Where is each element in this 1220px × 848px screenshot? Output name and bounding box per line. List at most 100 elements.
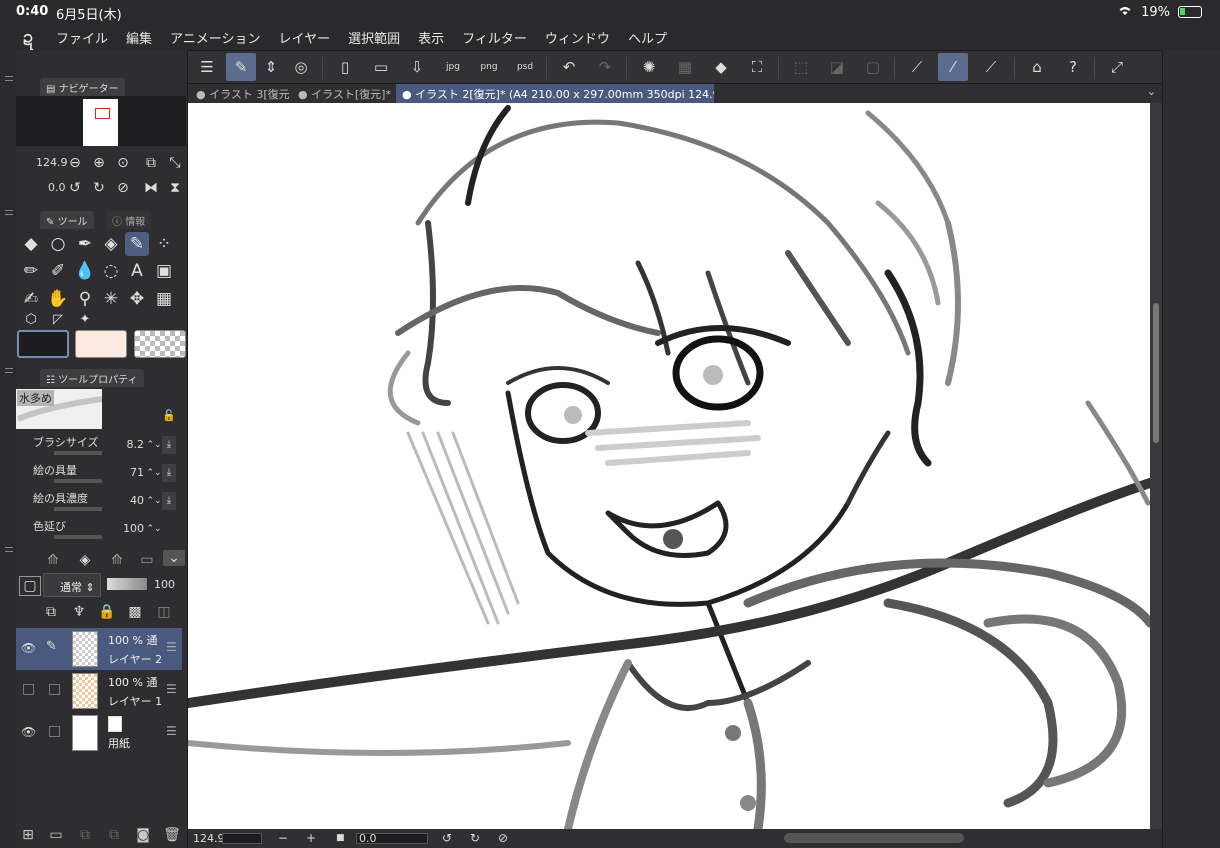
- mask-enable-icon[interactable]: ◫: [155, 603, 173, 621]
- stepper-paint-amount-icon[interactable]: ⌃⌄: [145, 464, 163, 482]
- fit-window-icon[interactable]: ⤡: [166, 154, 184, 172]
- panel-handle[interactable]: [0, 50, 16, 848]
- rotate-left-icon[interactable]: ↺: [66, 179, 84, 197]
- merge-down-icon[interactable]: ⧉: [76, 826, 94, 844]
- zoom-reset-icon[interactable]: ⊙: [114, 154, 132, 172]
- lock-transparency-icon[interactable]: ▩: [126, 603, 144, 621]
- layer-tab-icon[interactable]: ◈: [76, 551, 94, 569]
- reference-layer-icon[interactable]: ♆: [70, 603, 88, 621]
- menu-window[interactable]: ウィンドウ: [545, 28, 610, 47]
- lock-layer-icon[interactable]: 🔒: [98, 603, 116, 621]
- layer-row[interactable]: 👁 ✎ 100 % 通 レイヤー 2 ☰: [16, 628, 182, 670]
- slider-brush-size[interactable]: [54, 451, 102, 455]
- deselect-icon[interactable]: ⬚: [786, 53, 816, 81]
- download-brush-size-icon[interactable]: ⤓: [162, 436, 176, 454]
- layer-menu-icon[interactable]: ☰: [166, 724, 177, 738]
- canvas-zoom-value[interactable]: 124.9: [193, 832, 225, 845]
- download-paint-density-icon[interactable]: ⤓: [162, 492, 176, 510]
- text-tool-icon[interactable]: A: [125, 259, 149, 283]
- tab-tool-property[interactable]: ☷ ツールプロパティ: [40, 369, 144, 387]
- eraser-tool-icon[interactable]: ◈: [99, 232, 123, 256]
- blend-tool-icon[interactable]: 💧: [73, 259, 97, 283]
- slider-paint-density[interactable]: [54, 507, 102, 511]
- pen-tool-icon[interactable]: ✒: [73, 232, 97, 256]
- rotate-right-icon[interactable]: ↻: [90, 179, 108, 197]
- vector-pen-tool-icon[interactable]: ✍: [19, 287, 43, 311]
- sparkle-tool-icon[interactable]: ✦: [73, 312, 97, 326]
- layer-move-tool-icon[interactable]: ▦: [152, 287, 176, 311]
- fill-tool-icon[interactable]: ◆: [19, 232, 43, 256]
- clear-icon[interactable]: ▦: [670, 53, 700, 81]
- snap-ruler-icon[interactable]: ⟋: [902, 53, 932, 81]
- invert-icon[interactable]: ◪: [822, 53, 852, 81]
- help-icon[interactable]: ?: [1058, 53, 1088, 81]
- open-icon[interactable]: ▭: [366, 53, 396, 81]
- menu-filter[interactable]: フィルター: [462, 28, 527, 47]
- rotate-reset-icon[interactable]: ⊘: [114, 179, 132, 197]
- flip-vertical-icon[interactable]: ⧗: [166, 179, 184, 197]
- frame-tool-icon[interactable]: ◸: [46, 312, 70, 326]
- menu-layer[interactable]: レイヤー: [279, 28, 331, 47]
- pen-icon[interactable]: ✎: [46, 639, 57, 654]
- stepper-brush-size-icon[interactable]: ⌃⌄: [145, 436, 163, 454]
- transparent-color-swatch[interactable]: [134, 330, 186, 358]
- flip-horizontal-icon[interactable]: ⧓: [142, 179, 160, 197]
- ellipse-tool-icon[interactable]: ○: [46, 232, 70, 256]
- rotate-reset-icon[interactable]: ⊘: [498, 831, 508, 845]
- save-icon[interactable]: ⇩: [402, 53, 432, 81]
- loading-icon[interactable]: ✺: [634, 53, 664, 81]
- move-tool-icon[interactable]: ✥: [125, 287, 149, 311]
- gradient-tool-icon[interactable]: ▣: [152, 259, 176, 283]
- menu-file[interactable]: ファイル: [56, 28, 108, 47]
- animation-tab-icon[interactable]: ▭: [138, 551, 156, 569]
- lasso-tool-icon[interactable]: ◌: [99, 259, 123, 283]
- pen-ruler-icon[interactable]: ⟋: [976, 53, 1006, 81]
- zoom-in-icon[interactable]: ⊕: [90, 154, 108, 172]
- visibility-checkbox[interactable]: [23, 684, 34, 695]
- sub-color-swatch[interactable]: [75, 330, 127, 358]
- layer-menu-icon[interactable]: ☰: [166, 682, 177, 696]
- selection-border-icon[interactable]: ▢: [858, 53, 888, 81]
- tab-illust-2[interactable]: ● イラスト 2[復元]* (A4 210.00 x 297.00mm 350d…: [396, 84, 714, 103]
- undo-icon[interactable]: ↶: [554, 53, 584, 81]
- zoom-out-button[interactable]: −: [278, 831, 288, 845]
- vertical-scrollbar[interactable]: [1150, 103, 1162, 829]
- fullscreen-icon[interactable]: ⤢: [1102, 53, 1132, 81]
- tab-info[interactable]: ⓘ 情報: [106, 211, 152, 229]
- blend-mode-select[interactable]: 通常 ⇕: [43, 573, 101, 597]
- opacity-value[interactable]: 100: [154, 578, 175, 591]
- layer-menu-icon[interactable]: ☰: [166, 640, 177, 654]
- zoom-slider[interactable]: [222, 833, 262, 844]
- app-logo-icon[interactable]: ဍ: [0, 24, 56, 51]
- slider-paint-amount[interactable]: [54, 479, 102, 483]
- duplicate-layer-icon[interactable]: ⧉: [105, 826, 123, 844]
- edit-checkbox[interactable]: [49, 684, 60, 695]
- delete-layer-icon[interactable]: 🗑: [163, 826, 181, 844]
- layer-row[interactable]: 100 % 通 レイヤー 1 ☰: [16, 670, 182, 712]
- drawing-canvas[interactable]: [188, 103, 1150, 829]
- stepper-color-stretch-icon[interactable]: ⌃⌄: [145, 520, 163, 538]
- fit-screen-icon[interactable]: ⧉: [142, 154, 160, 172]
- tab-illust[interactable]: ● イラスト[復元]*: [292, 84, 394, 103]
- horizontal-scrollbar[interactable]: [784, 833, 964, 843]
- navigator-thumbnail[interactable]: [83, 99, 118, 146]
- menu-selection[interactable]: 選択範囲: [348, 28, 400, 47]
- clip-layer-icon[interactable]: ⧉: [42, 603, 60, 621]
- export-png-icon[interactable]: png: [474, 53, 504, 81]
- new-raster-layer-icon[interactable]: ⊞: [19, 826, 37, 844]
- export-jpg-icon[interactable]: jpg: [438, 53, 468, 81]
- swirl-icon[interactable]: ◎: [286, 53, 316, 81]
- rotation-field[interactable]: 0.0: [356, 833, 428, 844]
- prop-value-brush-size[interactable]: 8.2: [112, 438, 145, 451]
- chevron-down-icon[interactable]: ⌄: [163, 550, 185, 566]
- tab-tools[interactable]: ✎ ツール: [40, 211, 94, 229]
- marker-tool-icon[interactable]: ✐: [46, 259, 70, 283]
- prop-value-color-stretch[interactable]: 100: [112, 522, 144, 535]
- eyedropper-tool-icon[interactable]: ⚲: [73, 287, 97, 311]
- export-psd-icon[interactable]: psd: [510, 53, 540, 81]
- opacity-slider[interactable]: [107, 578, 147, 590]
- navigator-zoom-value[interactable]: 124.9: [36, 156, 68, 169]
- chevron-down-icon[interactable]: ⌄: [1147, 85, 1156, 98]
- rotate-right-icon[interactable]: ↻: [470, 831, 480, 845]
- prop-value-paint-amount[interactable]: 71: [112, 466, 144, 479]
